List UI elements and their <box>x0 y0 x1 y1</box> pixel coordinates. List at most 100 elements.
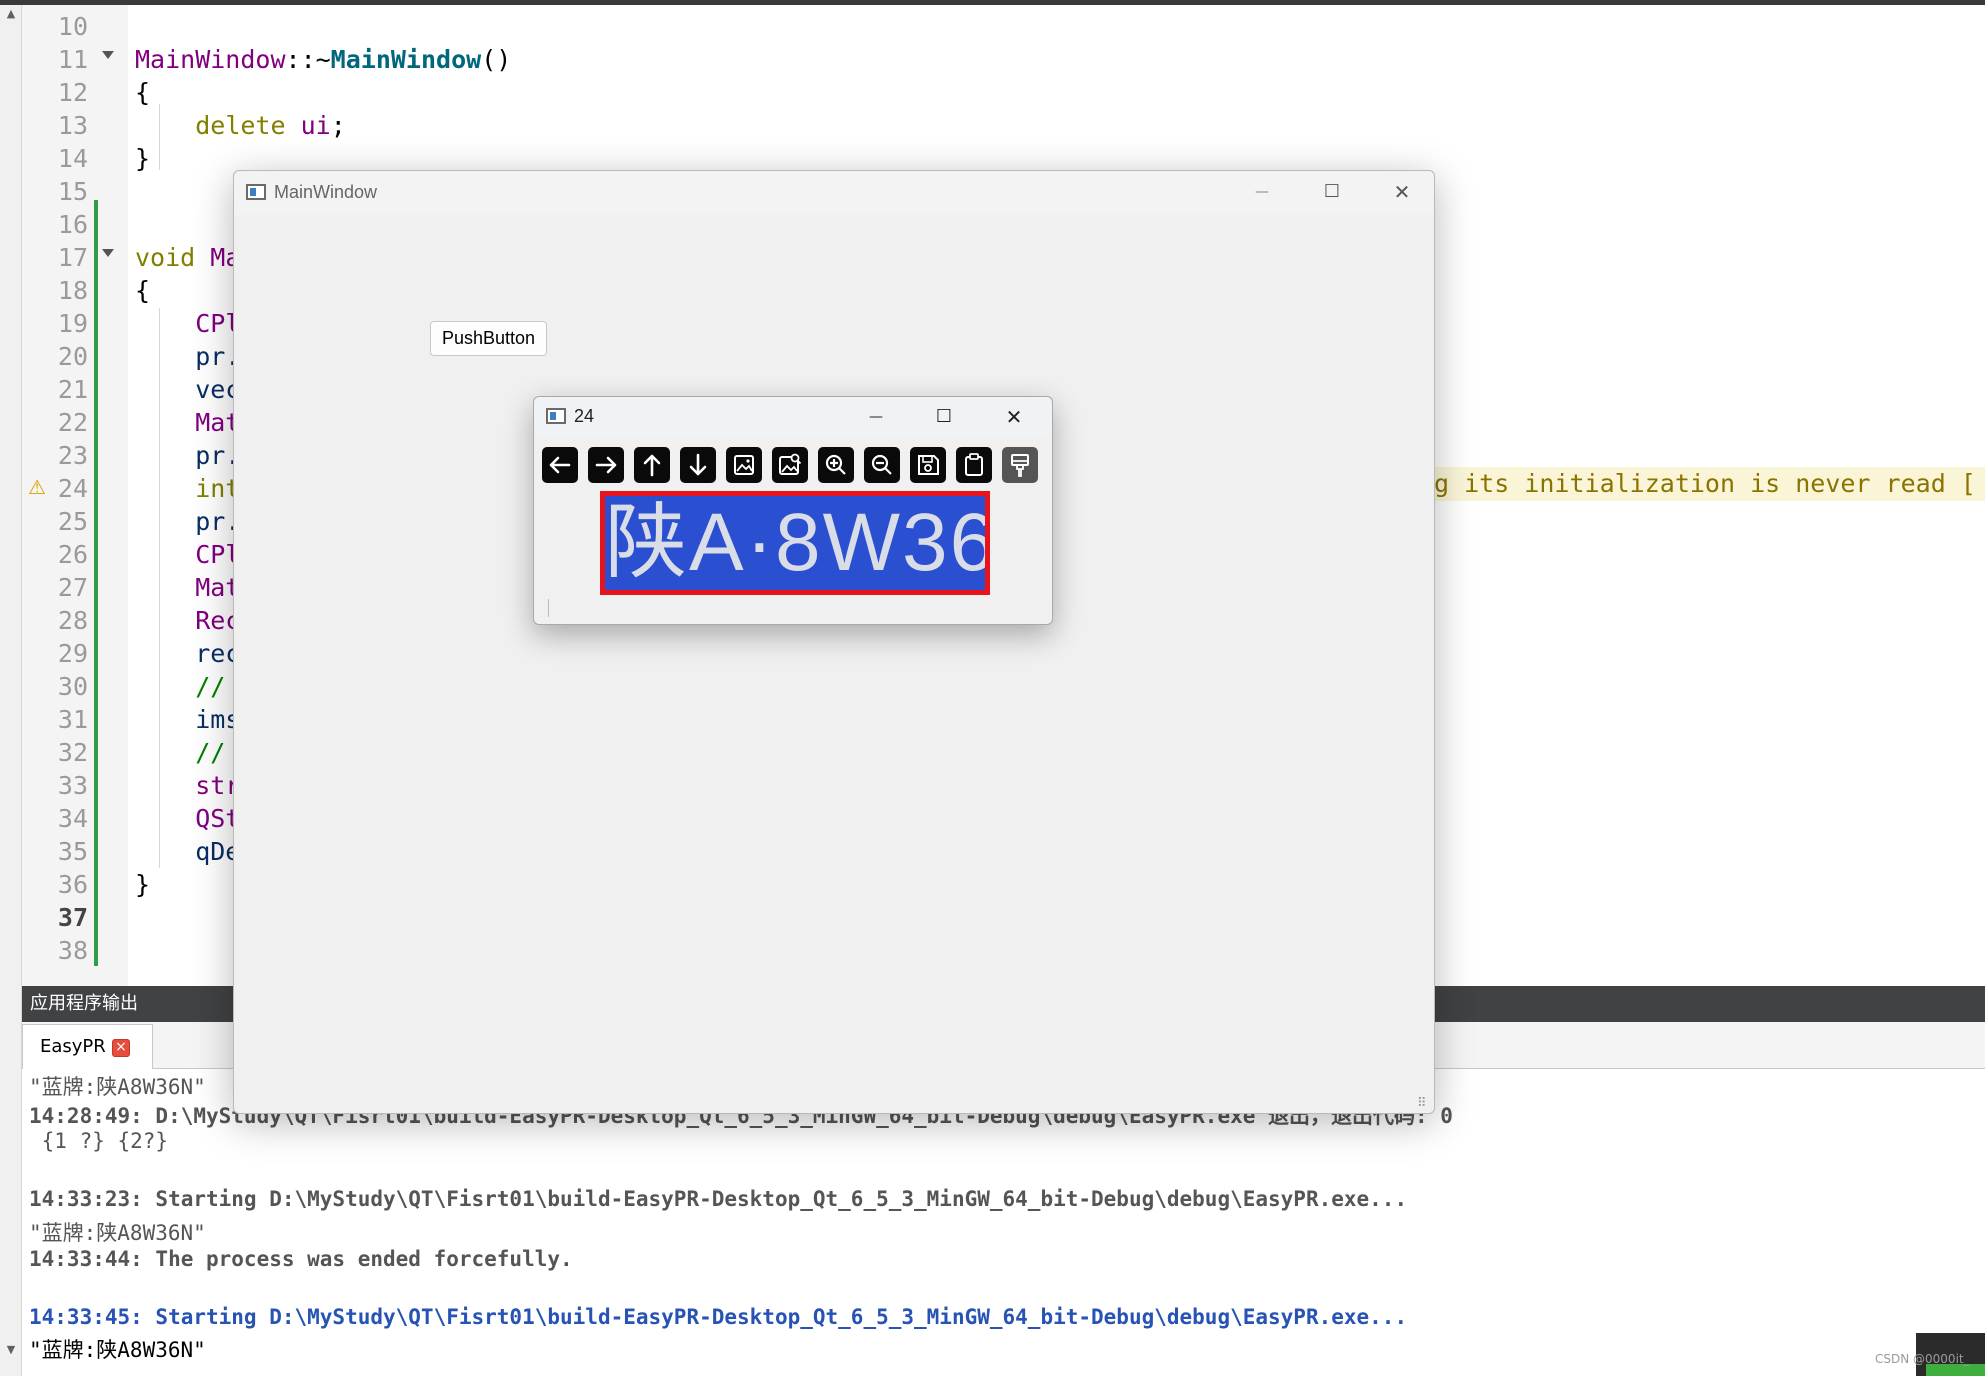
code-text: void Ma <box>135 243 241 272</box>
window-title: 24 <box>574 406 595 426</box>
fold-arrow-icon[interactable] <box>102 249 114 257</box>
code-text: } <box>135 870 151 899</box>
line-number: 28 <box>57 606 88 635</box>
main-window-titlebar[interactable]: MainWindow — ☐ ✕ <box>234 171 1434 215</box>
line-number: 29 <box>57 639 88 668</box>
tab-easypr[interactable]: EasyPR × <box>22 1024 153 1069</box>
code-text: { <box>135 276 151 305</box>
code-text: CPl <box>135 309 241 338</box>
arrow-right-icon[interactable] <box>588 447 624 483</box>
desktop: { "editor": { "lines": [ {"n": "10", "co… <box>0 0 1985 1376</box>
line-number: 36 <box>57 870 88 899</box>
output-log[interactable]: "蓝牌:陕A8W36N" 14:28:49: D:\MyStudy\QT\Fis… <box>22 1069 1985 1376</box>
code-text: int <box>135 474 241 503</box>
watermark: CSDN @0000it_ <box>1875 1352 1970 1366</box>
log-line: "蓝牌:陕A8W36N" <box>29 1221 206 1245</box>
code-text: // <box>135 672 226 701</box>
line-number: 27 <box>57 573 88 602</box>
log-line: "蓝牌:陕A8W36N" <box>29 1075 206 1099</box>
code-text: Mat <box>135 408 241 437</box>
code-text: // <box>135 738 226 767</box>
close-icon[interactable]: × <box>112 1039 130 1057</box>
inline-warning-message: g its initialization is never read [ <box>1430 467 1985 501</box>
code-text: pr. <box>135 342 241 371</box>
license-plate-image: 陕A·8W36N <box>600 491 990 595</box>
line-number: 15 <box>57 177 88 206</box>
push-button[interactable]: PushButton <box>430 321 547 356</box>
fold-arrow-icon[interactable] <box>102 51 114 59</box>
code-text: Rec <box>135 606 241 635</box>
code-text: str <box>135 771 241 800</box>
app-window-icon <box>546 408 566 424</box>
maximize-button[interactable]: ☐ <box>1312 177 1352 207</box>
arrow-up-icon[interactable] <box>634 447 670 483</box>
code-text: pr. <box>135 441 241 470</box>
code-text: MainWindow::~MainWindow() <box>135 45 512 74</box>
line-number: 22 <box>57 408 88 437</box>
close-button[interactable]: ✕ <box>994 402 1034 432</box>
arrow-down-icon[interactable] <box>680 447 716 483</box>
image-icon[interactable] <box>726 447 762 483</box>
arrow-left-icon[interactable] <box>542 447 578 483</box>
tab-label: EasyPR <box>40 1036 106 1057</box>
log-line: 14:33:23: Starting D:\MyStudy\QT\Fisrt01… <box>29 1187 1408 1211</box>
app-window-icon <box>246 184 266 200</box>
paint-brush-icon[interactable] <box>1002 447 1038 483</box>
line-number: 25 <box>57 507 88 536</box>
line-number: 14 <box>57 144 88 173</box>
line-number: 12 <box>57 78 88 107</box>
line-number: 17 <box>57 243 88 272</box>
line-number: 37 <box>57 903 88 932</box>
line-number: 35 <box>57 837 88 866</box>
line-number: 16 <box>57 210 88 239</box>
line-number: 31 <box>57 705 88 734</box>
scroll-up-icon[interactable]: ▲ <box>4 7 18 21</box>
line-number: 21 <box>57 375 88 404</box>
image-viewer-window[interactable]: 24 — ☐ ✕ 陕A·8W36 <box>533 396 1053 625</box>
resize-grip-icon[interactable]: ⠿ <box>1417 1096 1427 1111</box>
window-title: MainWindow <box>274 182 378 202</box>
log-line: 14:33:44: The process was ended forceful… <box>29 1247 573 1271</box>
code-line: 10 <box>22 10 1985 43</box>
line-number: 23 <box>57 441 88 470</box>
code-line: 13 delete ui; <box>22 109 1985 142</box>
line-number: 11 <box>57 45 88 74</box>
line-number: 13 <box>57 111 88 140</box>
minimize-button[interactable]: — <box>1242 177 1282 207</box>
maximize-button[interactable]: ☐ <box>924 402 964 432</box>
line-number: 19 <box>57 309 88 338</box>
scroll-down-icon[interactable]: ▼ <box>4 1343 18 1357</box>
log-line: 14:33:45: Starting D:\MyStudy\QT\Fisrt01… <box>29 1305 1408 1329</box>
image-toolbar <box>542 447 1042 484</box>
code-text: vec <box>135 375 241 404</box>
line-number: 33 <box>57 771 88 800</box>
close-button[interactable]: ✕ <box>1382 177 1422 207</box>
code-text: } <box>135 144 151 173</box>
line-number: 30 <box>57 672 88 701</box>
line-number: 20 <box>57 342 88 371</box>
image-search-icon[interactable] <box>772 447 808 483</box>
code-line: 11 MainWindow::~MainWindow() <box>22 43 1985 76</box>
zoom-out-icon[interactable] <box>864 447 900 483</box>
line-number: 34 <box>57 804 88 833</box>
save-icon[interactable] <box>910 447 946 483</box>
clipboard-icon[interactable] <box>956 447 992 483</box>
code-text: CPl <box>135 540 241 569</box>
line-number: 18 <box>57 276 88 305</box>
minimize-button[interactable]: — <box>856 402 896 432</box>
vertical-scrollbar[interactable]: ▲ ▼ <box>0 5 22 1376</box>
line-number: 32 <box>57 738 88 767</box>
log-line: {1 ?} {2?} <box>29 1129 169 1153</box>
text-caret <box>548 599 549 617</box>
line-number: 10 <box>57 12 88 41</box>
zoom-in-icon[interactable] <box>818 447 854 483</box>
code-text: Mat <box>135 573 241 602</box>
code-line: 12 { <box>22 76 1985 109</box>
image-window-titlebar[interactable]: 24 — ☐ ✕ <box>534 397 1052 437</box>
plate-text: 陕A·8W36N <box>605 496 985 590</box>
code-text: qDe <box>135 837 241 866</box>
line-number: 26 <box>57 540 88 569</box>
code-text: { <box>135 78 151 107</box>
main-window[interactable]: MainWindow — ☐ ✕ PushButton ⠿ <box>233 170 1435 1114</box>
code-text: delete ui; <box>195 111 346 140</box>
